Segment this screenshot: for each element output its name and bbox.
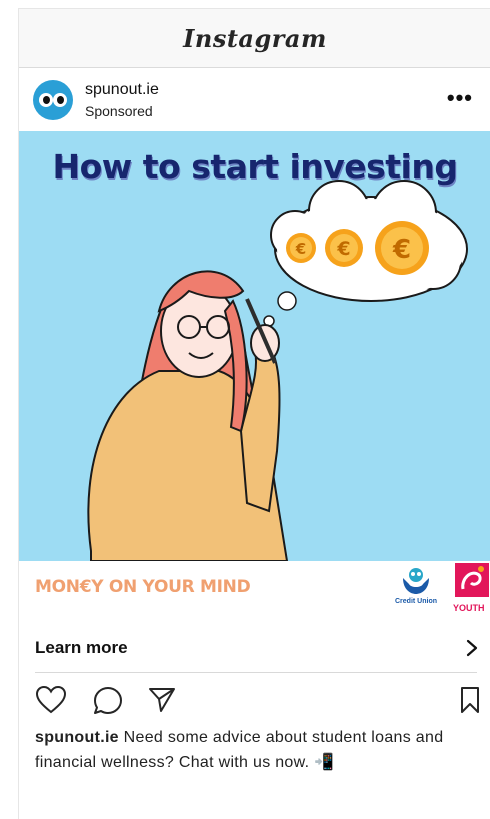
instagram-logo[interactable]: Instagram [183,24,327,53]
avatar[interactable] [33,80,73,120]
learn-more-row[interactable]: Learn more [19,621,490,675]
youth-logo-mark-icon [455,563,489,597]
creative-illustration: € € € [87,180,468,562]
bookmark-icon[interactable] [459,685,481,715]
credit-union-label: Credit Union [395,598,437,605]
avatar-eye-left [39,93,53,107]
learn-more-label: Learn more [35,638,128,657]
avatar-eye-right [53,93,67,107]
ad-creative-image[interactable]: How to start investing € € € MON€Y ON YO… [19,131,490,621]
coin-symbol-small: € [295,240,306,258]
creative-tagline: MON€Y ON YOUR MIND [35,577,251,597]
caption-username[interactable]: spunout.ie [35,729,119,746]
youth-information-logo: YOUTH [453,559,490,617]
post-header: spunout.ie Sponsored ••• [19,69,490,131]
post-username[interactable]: spunout.ie [85,81,159,99]
credit-union-logo: Credit Union [393,566,439,610]
coin-symbol-medium: € [336,238,350,260]
coin-symbol-large: € [392,235,411,265]
post-author-block: spunout.ie Sponsored [85,81,159,119]
more-options-icon[interactable]: ••• [447,87,473,109]
chevron-right-icon [466,639,478,657]
cta-divider [35,672,477,673]
instagram-post-frame: Instagram spunout.ie Sponsored ••• How t… [18,8,490,819]
comment-icon[interactable] [92,685,124,717]
post-caption: spunout.ie Need some advice about studen… [35,725,479,775]
woman-illustration [87,270,289,562]
credit-union-mark-icon [403,568,429,594]
youth-logo-label: YOUTH [453,603,485,613]
action-bar [19,679,490,719]
sponsored-label: Sponsored [85,103,153,119]
share-icon[interactable] [147,685,177,715]
app-header: Instagram [19,9,490,68]
heart-icon[interactable] [35,685,67,715]
